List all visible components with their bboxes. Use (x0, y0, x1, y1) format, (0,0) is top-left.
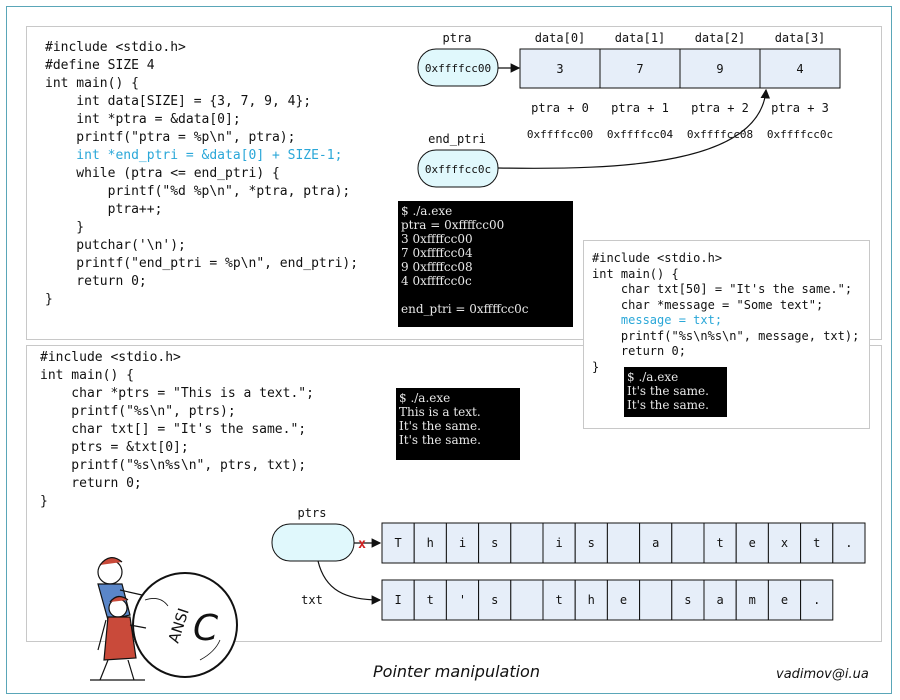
code-line: int *end_ptri = &data[0] + SIZE-1; (45, 148, 343, 163)
code-line: ptra++; (45, 202, 163, 217)
top-code-listing: #include <stdio.h> #define SIZE 4 int main… (45, 39, 358, 309)
code-line: It's the same. (627, 384, 709, 398)
code-line: ptra = 0xffffcc00 (401, 218, 505, 232)
code-line: #include <stdio.h> (45, 40, 186, 55)
code-line: printf("end_ptri = %p\n", end_ptri); (45, 256, 359, 271)
author-email: vadimov@i.ua (776, 667, 869, 682)
code-line: printf("ptra = %p\n", ptra); (45, 130, 296, 145)
code-line: char *ptrs = "This is a text."; (40, 386, 314, 401)
code-line: while (ptra <= end_ptri) { (45, 166, 280, 181)
code-line: 9 0xffffcc08 (401, 260, 473, 274)
code-line: putchar('\n'); (45, 238, 186, 253)
code-line: This is a text. (399, 405, 481, 419)
top-terminal-output: $ ./a.exe ptra = 0xffffcc00 3 0xffffcc00 7 … (398, 201, 573, 327)
code-line: end_ptri = 0xffffcc0c (401, 302, 529, 316)
right-terminal-output: $ ./a.exe It's the same. It's the same. (624, 367, 727, 417)
code-line: return 0; (40, 476, 142, 491)
code-line: #include <stdio.h> (592, 251, 723, 265)
code-line: char txt[50] = "It's the same."; (592, 282, 853, 296)
code-line: 7 0xffffcc04 (401, 246, 473, 260)
code-line: #define SIZE 4 (45, 58, 155, 73)
code-line: int main() { (45, 76, 139, 91)
code-line: } (40, 494, 48, 509)
code-line: char *message = "Some text"; (592, 297, 824, 312)
code-line: It's the same. (627, 398, 709, 412)
bottom-code-listing: #include <stdio.h> int main() { char *ptr… (40, 349, 314, 511)
code-line: printf("%s\n", ptrs); (40, 404, 236, 419)
code-line: printf("%d %p\n", *ptra, ptra); (45, 184, 351, 199)
code-line: int main() { (592, 266, 679, 281)
code-line: #include <stdio.h> (40, 350, 181, 365)
figure-caption: Pointer manipulation (373, 662, 540, 681)
code-line: It's the same. (399, 419, 481, 433)
code-line: char txt[] = "It's the same."; (40, 422, 307, 437)
code-line: int main() { (40, 368, 134, 383)
code-line: ptrs = &txt[0]; (40, 440, 189, 455)
code-line: 3 0xffffcc00 (401, 232, 473, 246)
code-line: message = txt; (592, 313, 723, 327)
code-line: $ ./a.exe (401, 204, 453, 218)
code-line: 4 0xffffcc0c (401, 274, 472, 288)
code-line: int data[SIZE] = {3, 7, 9, 4}; (45, 94, 312, 109)
code-line: $ ./a.exe (627, 370, 679, 384)
code-line: } (45, 220, 85, 235)
code-line: } (45, 292, 53, 307)
right-code-listing: #include <stdio.h> int main() { char txt[… (592, 251, 859, 375)
code-line: printf("%s\n%s\n", ptrs, txt); (40, 458, 307, 473)
code-line: int *ptra = &data[0]; (45, 112, 241, 127)
code-line: return 0; (592, 344, 686, 358)
logo-c-letter: C (193, 608, 219, 649)
code-line: return 0; (45, 274, 147, 289)
code-line: $ ./a.exe (399, 391, 451, 405)
bottom-terminal-output: $ ./a.exe This is a text. It's the same. It… (396, 388, 520, 460)
code-line: It's the same. (399, 433, 481, 447)
ansi-c-logo-illustration: ANSI C (90, 557, 238, 681)
code-line: printf("%s\n%s\n", message, txt); (592, 328, 860, 343)
